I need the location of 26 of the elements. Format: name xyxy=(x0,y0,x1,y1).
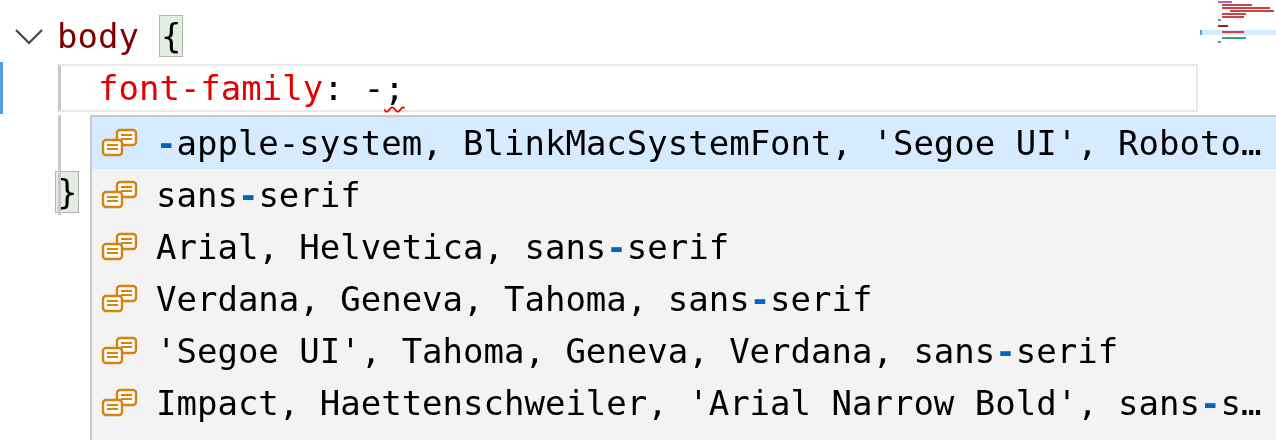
chevron-down-icon[interactable] xyxy=(13,27,44,45)
suggestion-item[interactable]: Impact, Haettenschweiler, 'Arial Narrow Bold', sans-s… xyxy=(92,377,1276,429)
brace: { xyxy=(158,15,184,57)
suggestion-text: -apple-system, BlinkMacSystemFont, 'Segoe UI', Roboto… xyxy=(156,123,1262,163)
suggestion-item[interactable]: -apple-system, BlinkMacSystemFont, 'Segoe UI', Roboto… xyxy=(92,117,1276,169)
snippet-icon xyxy=(100,284,140,314)
css-selector: body xyxy=(57,16,139,56)
snippet-icon xyxy=(100,232,140,262)
snippet-icon xyxy=(100,180,140,210)
suggestion-item[interactable]: 'Segoe UI', Tahoma, Geneva, Verdana, sans-serif xyxy=(92,325,1276,377)
suggestion-text: Impact, Haettenschweiler, 'Arial Narrow Bold', sans-s… xyxy=(156,383,1262,423)
suggestion-item[interactable]: Arial, Helvetica, sans-serif xyxy=(92,221,1276,273)
snippet-icon xyxy=(100,388,140,418)
css-value: - xyxy=(363,68,385,108)
snippet-icon xyxy=(100,128,140,158)
css-property: font-family xyxy=(98,68,324,108)
colon: : xyxy=(323,68,344,108)
brace: } xyxy=(55,171,80,213)
semicolon: ; xyxy=(384,68,405,108)
snippet-icon xyxy=(100,336,140,366)
suggestion-text: sans-serif xyxy=(156,175,361,215)
suggestion-text: 'Segoe UI', Tahoma, Geneva, Verdana, sans-serif xyxy=(156,331,1119,371)
suggestion-item[interactable]: sans-serif xyxy=(92,169,1276,221)
suggestion-text: Arial, Helvetica, sans-serif xyxy=(156,227,730,267)
suggestion-text: Verdana, Geneva, Tahoma, sans-serif xyxy=(156,279,873,319)
suggestion-item[interactable]: Verdana, Geneva, Tahoma, sans-serif xyxy=(92,273,1276,325)
